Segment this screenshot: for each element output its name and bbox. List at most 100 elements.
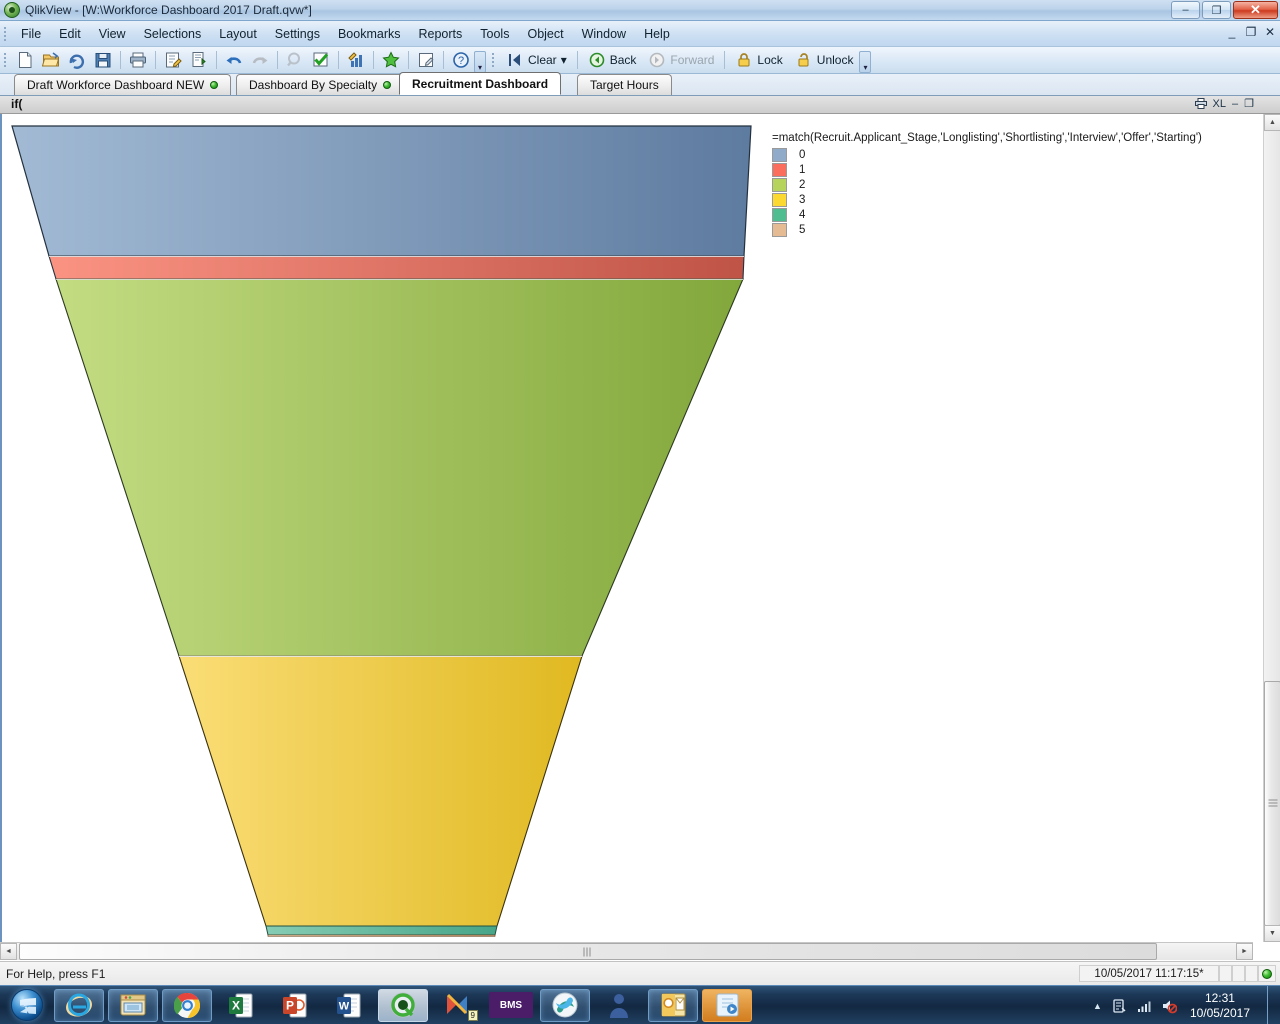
scroll-left-button[interactable]: ◄ [0, 943, 17, 960]
menu-selections[interactable]: Selections [135, 24, 211, 44]
edit-script-icon[interactable] [161, 49, 185, 71]
print-object-icon[interactable] [1194, 97, 1207, 112]
close-button[interactable]: ✕ [1233, 1, 1278, 19]
sheet-tab-draft-workforce-dashboard-new[interactable]: Draft Workforce Dashboard NEW [14, 74, 232, 95]
legend-item-4[interactable]: 4 [772, 207, 1250, 222]
funnel-chart-plot-area[interactable] [10, 118, 766, 940]
funnel-band-5[interactable] [267, 934, 496, 937]
open-document-icon[interactable] [39, 49, 63, 71]
funnel-chart-object[interactable]: =match(Recruit.Applicant_Stage,'Longlist… [10, 118, 1252, 937]
taskbar-item-google-chrome[interactable] [162, 988, 212, 1022]
taskbar-item-microsoft-powerpoint[interactable]: P [270, 989, 320, 1022]
status-pane-2 [1232, 965, 1245, 982]
minimize-object-icon[interactable]: – [1232, 99, 1238, 110]
new-document-icon[interactable] [13, 49, 37, 71]
design-grid-icon[interactable] [414, 49, 438, 71]
toolbar-drag-grip-1[interactable] [2, 51, 9, 69]
search-icon[interactable] [283, 49, 307, 71]
reload-icon[interactable] [65, 49, 89, 71]
network-signal-icon[interactable] [1136, 998, 1152, 1014]
legend-swatch-0 [772, 147, 787, 162]
lock-button[interactable]: Lock [729, 49, 788, 71]
mdi-close-button[interactable]: ✕ [1264, 25, 1276, 39]
legend-label-0: 0 [799, 148, 806, 161]
save-icon[interactable] [91, 49, 115, 71]
show-desktop-button[interactable] [1267, 986, 1276, 1024]
toolbar-overflow-button-2[interactable]: ▾ [859, 51, 872, 73]
export-to-excel-icon[interactable]: XL [1213, 99, 1226, 110]
taskbar-item-media-player[interactable] [702, 988, 752, 1022]
clear-dropdown-caret[interactable]: ▾ [561, 53, 571, 67]
menu-edit[interactable]: Edit [50, 24, 90, 44]
selection-indicator-dot [383, 81, 392, 89]
taskbar-item-microsoft-word[interactable]: W [324, 989, 374, 1022]
toolbar-overflow-button-1[interactable]: ▾ [474, 51, 486, 73]
taskbar-item-outlook[interactable] [648, 988, 698, 1022]
funnel-band-2[interactable] [55, 278, 744, 657]
restore-button[interactable]: ❐ [1202, 1, 1231, 19]
legend-item-0[interactable]: 0 [772, 147, 1250, 162]
vertical-scrollbar[interactable]: ▲ ▼ [1263, 114, 1280, 942]
legend-item-5[interactable]: 5 [772, 222, 1250, 237]
sheet-tab-dashboard-by-specialty[interactable]: Dashboard By Specialty [236, 74, 405, 95]
back-button[interactable]: Back [582, 49, 643, 71]
mdi-restore-button[interactable]: ❐ [1245, 25, 1257, 39]
taskbar-item-internet-explorer[interactable] [54, 988, 104, 1022]
mdi-window-controls: _ ❐ ✕ [1226, 25, 1276, 39]
horizontal-scrollbar-thumb[interactable] [19, 943, 1157, 960]
taskbar-item-multi-window[interactable]: 9 [432, 989, 482, 1022]
taskbar-item-bms[interactable]: BMS [486, 989, 536, 1022]
expression-bar[interactable]: if( XL – ❐ [0, 96, 1280, 114]
menu-layout[interactable]: Layout [210, 24, 266, 44]
menu-window[interactable]: Window [573, 24, 635, 44]
redo-icon[interactable] [248, 49, 272, 71]
horizontal-scrollbar[interactable]: ◄ ► [0, 942, 1253, 960]
vertical-scrollbar-thumb[interactable] [1264, 681, 1280, 926]
chart-wizard-icon[interactable] [344, 49, 368, 71]
funnel-band-1[interactable] [48, 255, 745, 280]
taskbar-item-windows-explorer[interactable] [108, 988, 158, 1022]
menu-file[interactable]: File [12, 24, 50, 44]
clear-button[interactable]: Clear ▾ [500, 49, 573, 71]
scroll-up-button[interactable]: ▲ [1264, 114, 1280, 131]
print-icon[interactable] [126, 49, 150, 71]
maximize-object-icon[interactable]: ❐ [1244, 99, 1254, 110]
sheet-tab-target-hours[interactable]: Target Hours [577, 74, 672, 95]
scroll-right-button[interactable]: ► [1236, 943, 1253, 960]
funnel-band-3[interactable] [178, 655, 583, 927]
start-button[interactable] [2, 987, 52, 1024]
action-center-icon[interactable] [1111, 998, 1127, 1014]
minimize-button[interactable]: – [1171, 1, 1200, 19]
unlock-button[interactable]: Unlock [789, 49, 860, 71]
mdi-minimize-button[interactable]: _ [1226, 25, 1238, 39]
show-hidden-icons-button[interactable]: ▲ [1093, 1001, 1102, 1011]
sheet-tab-recruitment-dashboard[interactable]: Recruitment Dashboard [399, 72, 562, 95]
svg-text:X: X [232, 998, 240, 1012]
export-icon[interactable] [187, 49, 211, 71]
help-icon[interactable]: ? [449, 49, 473, 71]
menu-view[interactable]: View [90, 24, 135, 44]
taskbar-clock[interactable]: 12:31 10/05/2017 [1186, 991, 1256, 1021]
legend-item-1[interactable]: 1 [772, 162, 1250, 177]
volume-muted-icon[interactable] [1161, 998, 1178, 1014]
menu-help[interactable]: Help [635, 24, 679, 44]
scroll-down-button[interactable]: ▼ [1264, 925, 1280, 942]
favorites-star-icon[interactable] [379, 49, 403, 71]
current-selections-icon[interactable] [309, 49, 333, 71]
toolbar-drag-grip-2[interactable] [490, 51, 497, 69]
menu-settings[interactable]: Settings [266, 24, 329, 44]
menu-bookmarks[interactable]: Bookmarks [329, 24, 410, 44]
menu-reports[interactable]: Reports [410, 24, 472, 44]
taskbar-item-person[interactable] [594, 989, 644, 1022]
taskbar-item-qlikview[interactable] [378, 988, 428, 1022]
menu-drag-grip[interactable] [2, 25, 9, 43]
funnel-band-0[interactable] [11, 125, 752, 257]
taskbar-item-teal-swirl[interactable] [540, 988, 590, 1022]
undo-icon[interactable] [222, 49, 246, 71]
taskbar-item-microsoft-excel[interactable]: X [216, 989, 266, 1022]
legend-item-3[interactable]: 3 [772, 192, 1250, 207]
funnel-band-4[interactable] [265, 925, 498, 936]
legend-item-2[interactable]: 2 [772, 177, 1250, 192]
menu-object[interactable]: Object [518, 24, 572, 44]
menu-tools[interactable]: Tools [471, 24, 518, 44]
